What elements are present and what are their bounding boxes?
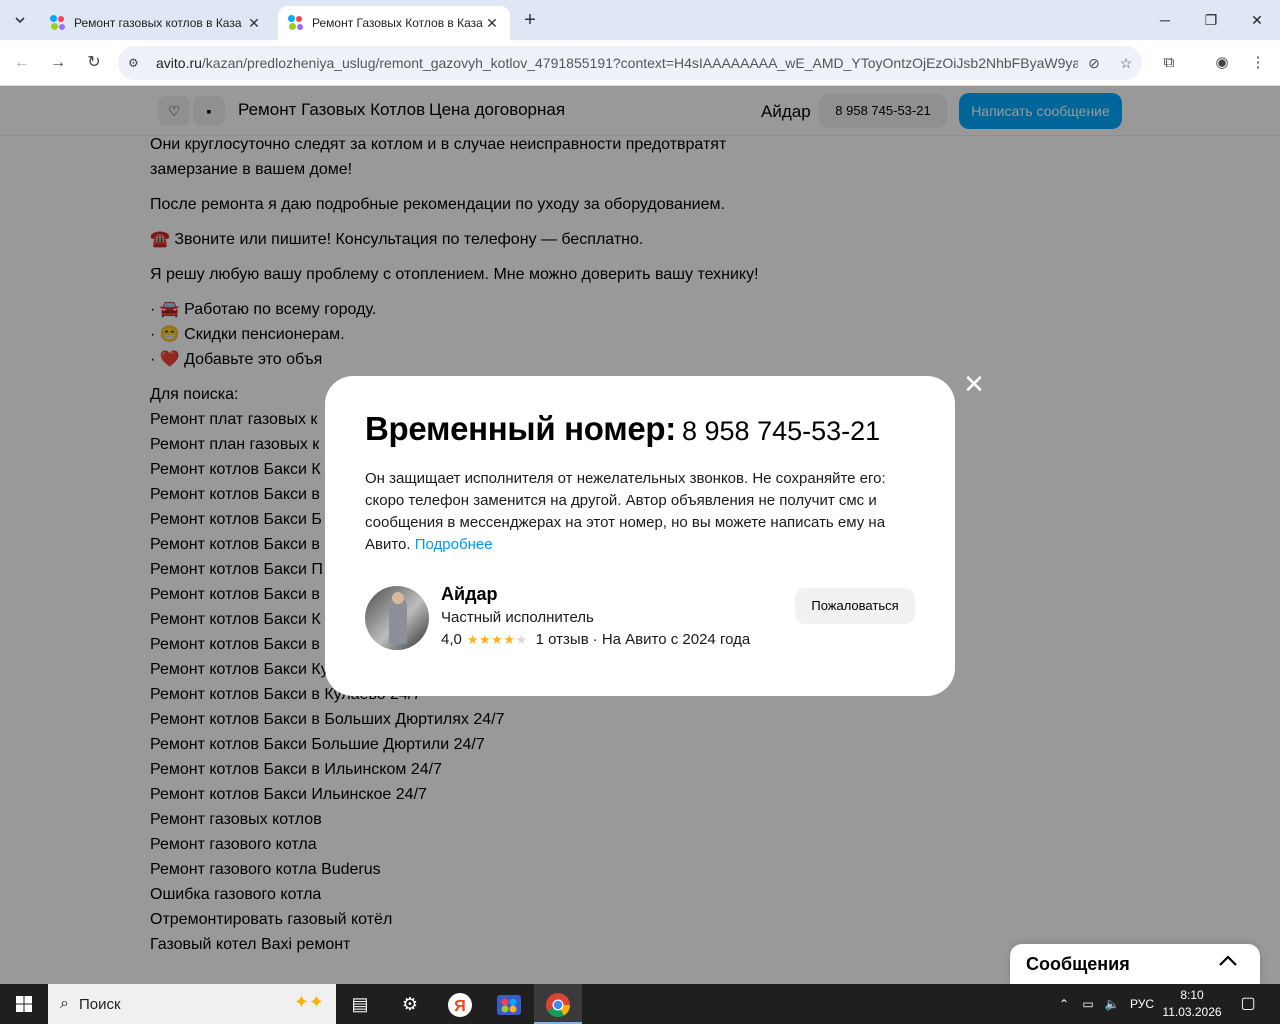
bookmark-star-icon[interactable]: ☆ xyxy=(1110,55,1142,72)
search-placeholder: Поиск xyxy=(78,995,121,1013)
back-arrow-icon[interactable]: ← xyxy=(9,50,35,76)
menu-kebab-icon[interactable]: ⋮ xyxy=(1247,52,1269,74)
report-button[interactable]: Пожаловаться xyxy=(795,588,915,624)
chevron-up-icon[interactable] xyxy=(1218,952,1238,973)
tray-chevron-icon[interactable]: ⌃ xyxy=(1054,984,1074,1024)
site-info-icon[interactable]: ⚙ xyxy=(128,56,148,70)
clock-time: 8:10 xyxy=(1180,988,1204,1002)
windows-start-icon[interactable] xyxy=(0,984,48,1024)
tab-title: Ремонт газовых котлов в Каза xyxy=(74,16,242,30)
extensions-icon[interactable]: ⧉ xyxy=(1158,52,1180,74)
taskbar-clock[interactable]: 8:10 11.03.2026 xyxy=(1160,987,1224,1021)
chevron-down-icon xyxy=(15,17,25,24)
new-tab-button[interactable]: + xyxy=(518,9,542,33)
chrome-icon[interactable] xyxy=(534,984,582,1024)
modal-close-icon[interactable]: ✕ xyxy=(962,371,986,397)
tab-search-button[interactable] xyxy=(8,8,32,32)
avatar[interactable] xyxy=(365,586,429,650)
browser-tab[interactable]: Ремонт газовых котлов в Каза ✕ xyxy=(40,6,272,40)
taskbar-search[interactable]: ⌕ Поиск ✦✦ xyxy=(48,984,336,1024)
tab-title: Ремонт Газовых Котлов в Каза xyxy=(312,16,483,30)
seller-role: Частный исполнитель xyxy=(441,609,594,626)
browser-tab-bar: Ремонт газовых котлов в Каза ✕ Ремонт Га… xyxy=(0,0,1280,40)
rating-value: 4,0 xyxy=(441,631,462,648)
yandex-browser-icon[interactable]: Я xyxy=(436,984,484,1024)
more-info-link[interactable]: Подробнее xyxy=(415,536,493,553)
browser-tab-active[interactable]: Ремонт Газовых Котлов в Каза ✕ xyxy=(278,6,510,40)
tab-close-icon[interactable]: ✕ xyxy=(484,15,500,32)
sparkle-icon: ✦✦ xyxy=(293,992,324,1012)
profile-icon[interactable]: ◉ xyxy=(1211,52,1233,74)
dialog-title: Временный номер: xyxy=(365,410,676,447)
rating-stars-icon: ★★★★★ xyxy=(466,631,528,647)
messages-widget[interactable]: Сообщения xyxy=(1010,944,1260,984)
task-view-icon[interactable]: ▤ xyxy=(336,984,384,1024)
svg-text:Я: Я xyxy=(454,998,466,1015)
avito-favicon-icon xyxy=(50,15,66,31)
seller-rating: 4,0 ★★★★★ 1 отзыв · На Авито с 2024 года xyxy=(441,631,750,648)
address-bar[interactable]: ⚙ avito.ru/kazan/predlozheniya_uslug/rem… xyxy=(118,46,1142,80)
search-icon: ⌕ xyxy=(60,995,69,1012)
reviews-link[interactable]: 1 отзыв xyxy=(536,631,589,648)
notifications-icon[interactable]: ▢ xyxy=(1234,984,1262,1024)
network-icon[interactable]: ▭ xyxy=(1078,984,1098,1024)
minimize-icon[interactable]: ─ xyxy=(1142,0,1188,40)
windows-taskbar: ⌕ Поиск ✦✦ ▤ ⚙ Я ⌃ ▭ 🔈 РУС 8:10 11.03.20… xyxy=(0,984,1280,1024)
tab-close-icon[interactable]: ✕ xyxy=(246,15,262,32)
member-since: · На Авито с 2024 года xyxy=(592,631,751,648)
clock-date: 11.03.2026 xyxy=(1162,1005,1222,1019)
temporary-phone-number: 8 958 745-53-21 xyxy=(682,416,881,446)
avito-favicon-icon xyxy=(288,15,304,31)
temporary-number-dialog: Временный номер: 8 958 745-53-21 Он защи… xyxy=(325,376,955,696)
app-store-icon[interactable] xyxy=(485,984,533,1024)
restore-icon[interactable]: ❐ xyxy=(1188,0,1234,40)
reload-icon[interactable]: ↻ xyxy=(81,50,107,76)
window-close-icon[interactable]: ✕ xyxy=(1234,0,1280,40)
language-indicator[interactable]: РУС xyxy=(1126,984,1158,1024)
forward-arrow-icon[interactable]: → xyxy=(45,50,71,76)
volume-icon[interactable]: 🔈 xyxy=(1102,984,1122,1024)
messages-label: Сообщения xyxy=(1026,954,1130,974)
seller-name[interactable]: Айдар xyxy=(441,584,498,605)
dialog-text: Он защищает исполнителя от нежелательных… xyxy=(365,470,886,553)
settings-gear-icon[interactable]: ⚙ xyxy=(386,984,434,1024)
url-text[interactable]: avito.ru/kazan/predlozheniya_uslug/remon… xyxy=(156,55,1078,71)
location-off-icon[interactable]: ⊘ xyxy=(1078,55,1110,72)
browser-toolbar: ← → ↻ ⚙ avito.ru/kazan/predlozheniya_usl… xyxy=(0,40,1280,86)
